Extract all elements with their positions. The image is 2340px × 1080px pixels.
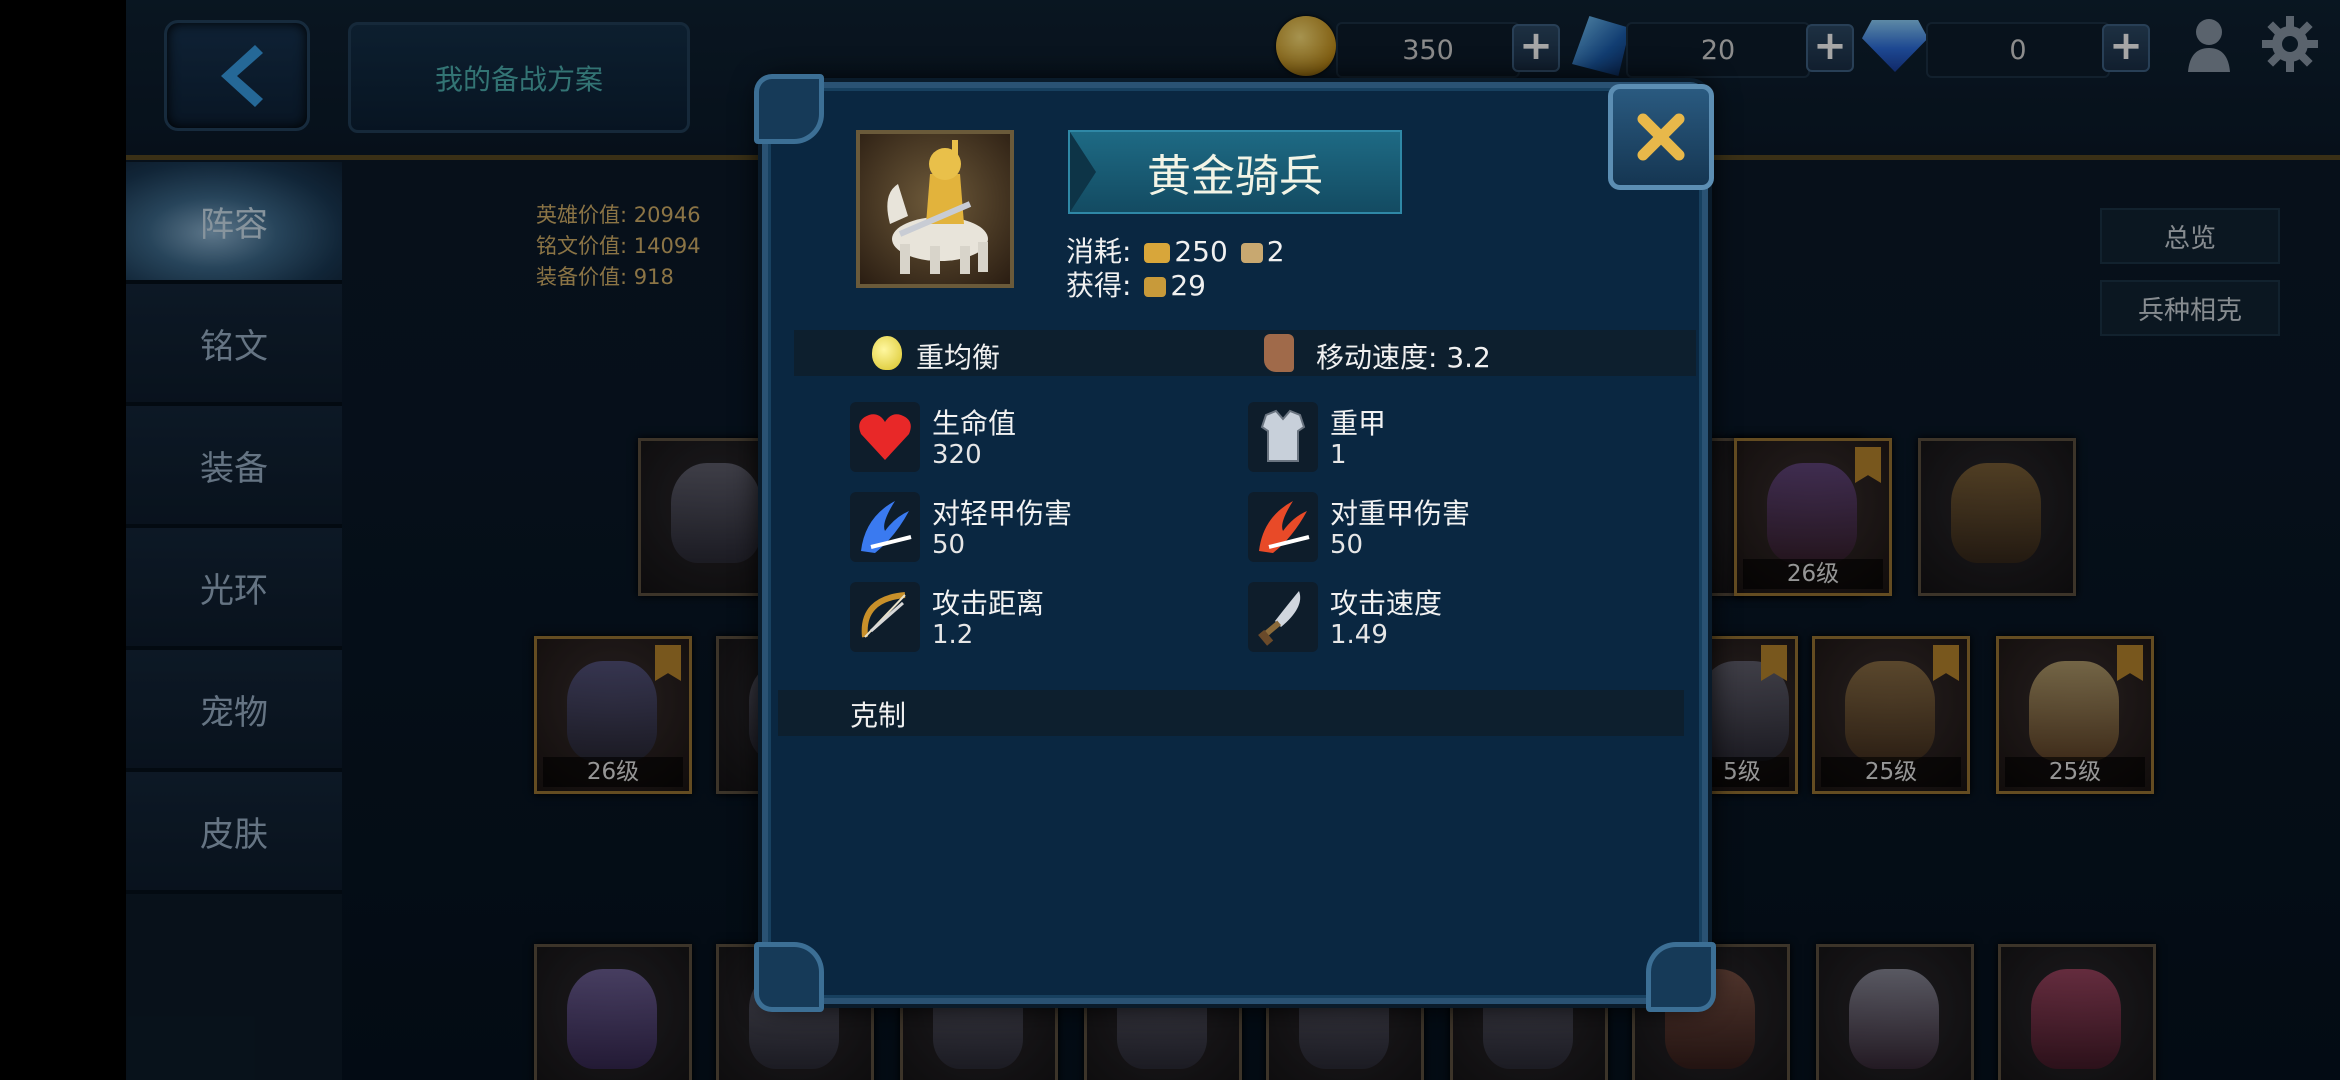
unit-name: 黄金骑兵 bbox=[1147, 151, 1323, 202]
counter-header bbox=[778, 690, 1684, 736]
reward-icon bbox=[1144, 277, 1167, 297]
boot-icon bbox=[1264, 334, 1294, 372]
population-icon bbox=[1240, 243, 1263, 263]
move-speed: 移动速度: 3.2 bbox=[1316, 341, 1491, 374]
counter-title: 克制 bbox=[850, 699, 907, 732]
stat-name: 重甲 bbox=[1330, 407, 1387, 440]
weight-class: 重均衡 bbox=[916, 341, 1001, 374]
stat-value: 50 bbox=[1330, 530, 1364, 560]
stat-value: 1.49 bbox=[1330, 620, 1388, 650]
stat-name: 对重甲伤害 bbox=[1330, 497, 1471, 530]
unit-detail-dialog: 黄金骑兵 消耗: 250 2 获得: 29 重均衡 移动速度: 3.2 生命值 … bbox=[754, 74, 1716, 1012]
stat-name: 对轻甲伤害 bbox=[932, 497, 1073, 530]
stat-name: 攻击速度 bbox=[1330, 587, 1443, 620]
stat-value: 1 bbox=[1330, 440, 1347, 470]
corner-ornament bbox=[754, 942, 824, 1012]
unit-gain: 获得: 29 bbox=[1066, 264, 1206, 304]
unit-portrait bbox=[856, 130, 1014, 288]
stat-name: 生命值 bbox=[932, 407, 1017, 440]
corner-ornament bbox=[1646, 942, 1716, 1012]
close-button[interactable] bbox=[1608, 84, 1714, 190]
corner-ornament bbox=[754, 74, 824, 144]
stat-value: 320 bbox=[932, 440, 982, 470]
weight-icon bbox=[872, 336, 902, 370]
armor-icon bbox=[1248, 402, 1318, 472]
close-icon bbox=[1637, 113, 1685, 161]
unit-name-banner: 黄金骑兵 bbox=[1068, 130, 1402, 214]
stat-value: 50 bbox=[932, 530, 966, 560]
red-slash-icon bbox=[1248, 492, 1318, 562]
heart-icon bbox=[850, 402, 920, 472]
golden-knight-icon bbox=[887, 140, 988, 274]
bow-icon bbox=[850, 582, 920, 652]
gain-value: 29 bbox=[1170, 269, 1206, 302]
stat-value: 1.2 bbox=[932, 620, 974, 650]
blue-slash-icon bbox=[850, 492, 920, 562]
gain-label: 获得: bbox=[1066, 269, 1132, 302]
cost-population: 2 bbox=[1266, 235, 1285, 268]
stat-name: 攻击距离 bbox=[932, 587, 1045, 620]
dagger-icon bbox=[1248, 582, 1318, 652]
food-icon bbox=[1144, 243, 1171, 263]
